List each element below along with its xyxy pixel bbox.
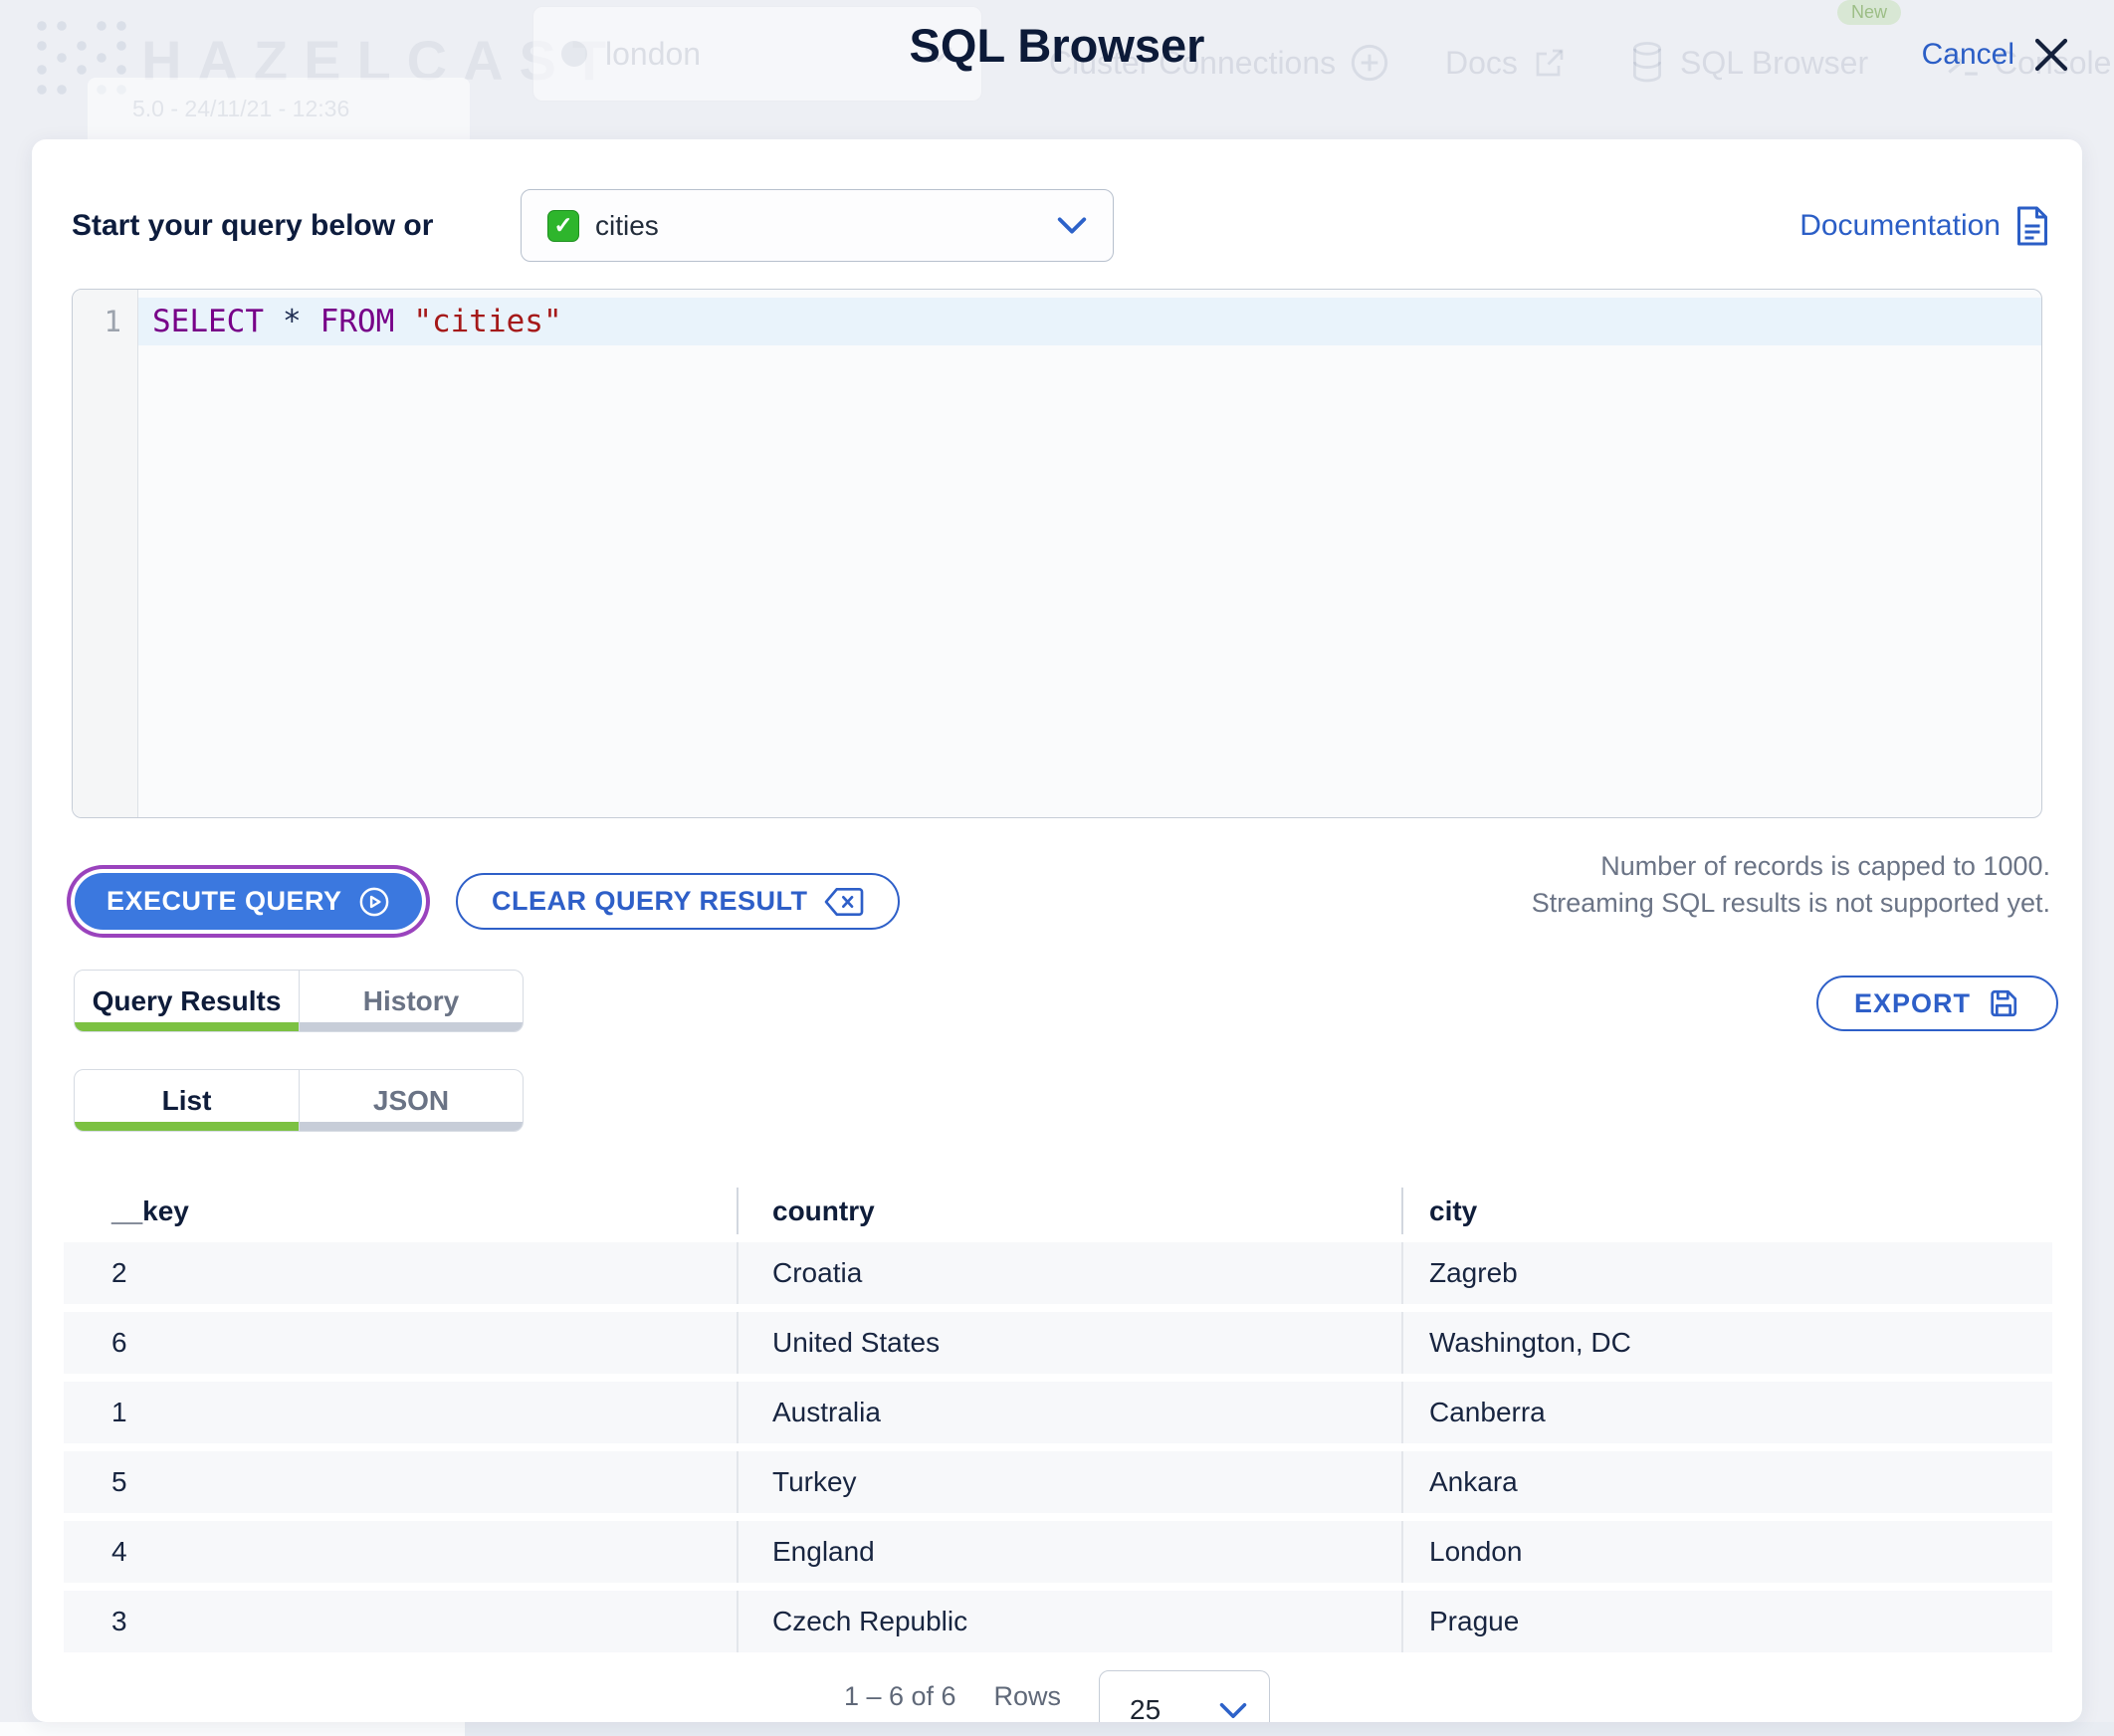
active-tab-indicator (75, 1122, 299, 1131)
cell-city: Washington, DC (1401, 1312, 2052, 1374)
clear-query-result-button[interactable]: CLEAR QUERY RESULT (456, 873, 900, 930)
map-select[interactable]: ✓ cities (521, 189, 1114, 262)
sql-editor[interactable]: 1 SELECT * FROM "cities" (72, 289, 2042, 818)
results-tabs: Query Results History (74, 970, 524, 1032)
rows-per-page-label: Rows (993, 1681, 1062, 1711)
play-circle-icon (359, 887, 388, 916)
background-footer-left (0, 1722, 465, 1736)
column-header-country: country (737, 1188, 1401, 1234)
chevron-down-icon (1219, 1702, 1247, 1718)
sql-string: "cities" (413, 304, 562, 339)
query-prompt-label: Start your query below or (72, 208, 434, 242)
tab-list[interactable]: List (75, 1070, 299, 1131)
sql-browser-modal: Start your query below or ✓ cities Docum… (32, 139, 2082, 1722)
cell-key: 1 (111, 1397, 127, 1427)
records-notice: Number of records is capped to 1000. Str… (1532, 848, 2050, 922)
chevron-down-icon (1057, 217, 1087, 234)
inactive-tab-indicator (300, 1022, 523, 1031)
clear-query-result-label: CLEAR QUERY RESULT (492, 886, 808, 916)
inactive-tab-indicator (300, 1122, 523, 1131)
tab-json[interactable]: JSON (299, 1070, 523, 1131)
execute-query-button[interactable]: EXECUTE QUERY (75, 873, 422, 930)
cell-country: Croatia (737, 1242, 1401, 1304)
cancel-button[interactable]: Cancel (1922, 34, 2072, 76)
cell-key: 2 (111, 1257, 127, 1288)
cell-key: 4 (111, 1536, 127, 1567)
save-floppy-icon (1991, 989, 2017, 1017)
cell-city: Canberra (1401, 1382, 2052, 1443)
checked-checkbox-icon: ✓ (547, 209, 579, 242)
column-header-city: city (1401, 1188, 2052, 1234)
column-header-key: __key (111, 1194, 189, 1226)
export-button[interactable]: EXPORT (1815, 976, 2058, 1031)
sql-keyword: SELECT (152, 304, 264, 339)
sql-operator: * (282, 304, 302, 339)
export-label: EXPORT (1853, 987, 1971, 1018)
document-icon (2017, 206, 2047, 245)
cell-city: Zagreb (1401, 1242, 2052, 1304)
editor-gutter: 1 (73, 290, 138, 817)
cell-key: 6 (111, 1327, 127, 1358)
view-tabs: List JSON (74, 1069, 524, 1132)
execute-query-label: EXECUTE QUERY (106, 886, 342, 916)
active-tab-indicator (75, 1022, 299, 1031)
cell-key: 3 (111, 1606, 127, 1636)
sql-query-line[interactable]: SELECT * FROM "cities" (138, 298, 2041, 345)
cell-country: United States (737, 1312, 1401, 1374)
cell-city: London (1401, 1521, 2052, 1583)
cell-country: England (737, 1521, 1401, 1583)
documentation-label: Documentation (1799, 208, 2001, 242)
table-row: 3 Czech Republic Prague (64, 1591, 2052, 1652)
cell-city: Prague (1401, 1591, 2052, 1652)
editor-code-area[interactable]: SELECT * FROM "cities" (138, 290, 2041, 817)
notice-line-2: Streaming SQL results is not supported y… (1531, 888, 2050, 918)
cell-key: 5 (111, 1466, 127, 1497)
cell-country: Australia (737, 1382, 1401, 1443)
page-title: SQL Browser (909, 19, 1205, 72)
table-row: 2 Croatia Zagreb (64, 1242, 2052, 1304)
table-row: 1 Australia Canberra (64, 1382, 2052, 1443)
table-header: __key country city (64, 1188, 2052, 1234)
tab-history[interactable]: History (299, 971, 523, 1031)
background-footer-right (465, 1722, 2114, 1736)
table-row: 5 Turkey Ankara (64, 1451, 2052, 1513)
sql-keyword: FROM (319, 304, 395, 339)
table-row: 6 United States Washington, DC (64, 1312, 2052, 1374)
sql-browser-screen: HAZELCAST 5.0 - 24/11/21 - 12:36 london … (0, 0, 2114, 1736)
map-select-value: cities (595, 209, 659, 241)
rows-per-page-value: 25 (1130, 1694, 1162, 1722)
table-row: 4 England London (64, 1521, 2052, 1583)
pagination-bar: 1 – 6 of 6 Rows 25 (32, 1664, 2082, 1722)
close-icon[interactable] (2030, 34, 2072, 76)
rows-per-page-select[interactable]: 25 (1099, 1670, 1271, 1722)
cell-country: Czech Republic (737, 1591, 1401, 1652)
cancel-label[interactable]: Cancel (1922, 38, 2014, 72)
results-table: __key country city 2 Croatia Zagreb 6 Un… (64, 1188, 2052, 1652)
line-number: 1 (104, 305, 121, 338)
documentation-link[interactable]: Documentation (1799, 189, 2050, 262)
clear-backspace-icon (824, 887, 863, 916)
notice-line-1: Number of records is capped to 1000. (1600, 851, 2050, 881)
tab-query-results[interactable]: Query Results (75, 971, 299, 1031)
pagination-range: 1 – 6 of 6 (843, 1681, 956, 1711)
cluster-version-text: 5.0 - 24/11/21 - 12:36 (132, 96, 350, 121)
cell-country: Turkey (737, 1451, 1401, 1513)
cell-city: Ankara (1401, 1451, 2052, 1513)
